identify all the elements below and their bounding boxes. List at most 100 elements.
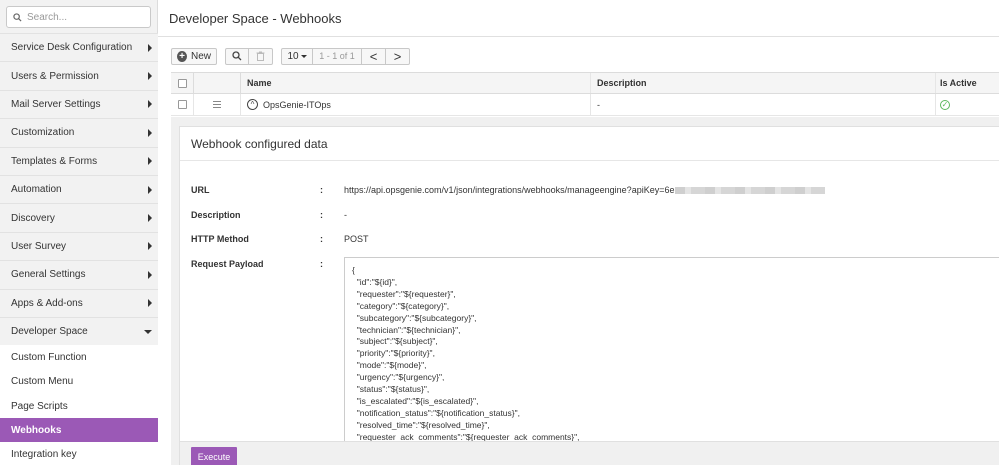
sidebar-item-user-survey[interactable]: User Survey: [0, 231, 158, 261]
search-button[interactable]: [225, 47, 249, 65]
row-checkbox[interactable]: [177, 100, 187, 109]
table-row[interactable]: ^ OpsGenie-ITOps - ✓: [171, 94, 999, 116]
sidebar-search[interactable]: [6, 6, 151, 28]
webhook-detail-panel: Webhook configured data URL : https://ap…: [179, 126, 999, 465]
payload-line: "notification_status":"${notification_st…: [352, 407, 521, 418]
row-name[interactable]: OpsGenie-ITOps: [263, 100, 331, 110]
sidebar-subitem-integration-key[interactable]: Integration key: [0, 442, 158, 465]
chevron-down-icon: [144, 329, 152, 334]
drag-handle-icon[interactable]: [213, 101, 221, 108]
payload-line: "subject":"${subject}",: [352, 336, 438, 347]
sidebar-item-label: Automation: [11, 184, 62, 196]
request-payload-colon: :: [320, 259, 323, 269]
search-icon: [13, 12, 22, 22]
sidebar-item-customization[interactable]: Customization: [0, 118, 158, 147]
sidebar-subitem-custom-function[interactable]: Custom Function: [0, 345, 158, 370]
sidebar-item-label: Users & Permission: [11, 70, 99, 82]
pagination: 10 1 - 1 of 1 < >: [281, 47, 410, 65]
active-check-icon: ✓: [940, 99, 950, 110]
url-value: https://api.opsgenie.com/v1/json/integra…: [344, 185, 826, 195]
search-input[interactable]: [27, 11, 137, 23]
caret-down-icon: [300, 54, 307, 58]
row-is-active-cell: ✓: [936, 94, 999, 115]
sidebar-subitem-custom-menu[interactable]: Custom Menu: [0, 369, 158, 394]
sidebar-item-developer-space[interactable]: Developer Space: [0, 316, 158, 346]
description-value: -: [344, 210, 347, 220]
chevron-right-icon: [148, 214, 152, 223]
sidebar-subitem-page-scripts[interactable]: Page Scripts: [0, 393, 158, 419]
divider: [180, 160, 999, 161]
select-all-checkbox[interactable]: [177, 78, 187, 88]
sidebar: Service Desk Configuration Users & Permi…: [0, 0, 158, 465]
webhooks-table: Name Description Is Active ^ OpsGenie-IT…: [171, 72, 999, 116]
payload-line: "is_escalated":"${is_escalated}",: [352, 395, 479, 406]
payload-line: "requester":"${requester}",: [352, 288, 456, 299]
sidebar-subitem-webhooks[interactable]: Webhooks: [0, 418, 158, 443]
trash-icon: [256, 51, 265, 61]
new-button[interactable]: + New: [171, 47, 217, 65]
payload-line: {: [352, 265, 355, 275]
http-method-colon: :: [320, 234, 323, 244]
sidebar-item-label: General Settings: [11, 269, 86, 281]
chevron-right-icon: [148, 185, 152, 194]
payload-line: "urgency":"${urgency}",: [352, 372, 445, 383]
page-size-select[interactable]: 10: [281, 47, 313, 65]
chevron-right-icon: [148, 100, 152, 109]
prev-page-button[interactable]: <: [362, 47, 386, 65]
chevron-right-icon: [148, 270, 152, 279]
sidebar-item-service-desk-configuration[interactable]: Service Desk Configuration: [0, 33, 158, 62]
sidebar-item-label: User Survey: [11, 240, 67, 252]
sidebar-nav: Service Desk Configuration Users & Permi…: [0, 33, 158, 465]
sidebar-subitem-label: Webhooks: [11, 424, 62, 436]
url-text: https://api.opsgenie.com/v1/json/integra…: [344, 185, 675, 195]
payload-line: "id":"${id}",: [352, 276, 398, 287]
payload-line: "resolved_time":"${resolved_time}",: [352, 419, 490, 430]
select-all-cell: [171, 78, 193, 88]
sidebar-subitem-label: Custom Menu: [11, 376, 74, 388]
sidebar-item-mail-server-settings[interactable]: Mail Server Settings: [0, 89, 158, 119]
sidebar-item-label: Service Desk Configuration: [11, 42, 133, 54]
column-header-description[interactable]: Description: [591, 73, 936, 93]
chevron-right-icon: [148, 299, 152, 308]
toolbar: + New 10 1 - 1 of 1 < >: [171, 47, 410, 65]
plus-icon: +: [177, 50, 187, 62]
description-colon: :: [320, 210, 323, 220]
request-payload-box[interactable]: { "id":"${id}", "requester":"${requester…: [344, 257, 999, 443]
delete-button[interactable]: [249, 47, 273, 65]
payload-line: "status":"${status}",: [352, 384, 430, 395]
payload-line: "technician":"${technician}",: [352, 324, 461, 335]
row-select-cell: [171, 100, 193, 109]
url-colon: :: [320, 185, 323, 195]
action-group: [225, 47, 273, 65]
url-label: URL: [191, 185, 210, 195]
column-header-name[interactable]: Name: [241, 73, 591, 93]
sidebar-item-automation[interactable]: Automation: [0, 174, 158, 204]
collapse-icon[interactable]: ^: [247, 99, 258, 110]
page-range: 1 - 1 of 1: [313, 47, 362, 65]
sidebar-item-discovery[interactable]: Discovery: [0, 203, 158, 232]
next-page-button[interactable]: >: [386, 47, 410, 65]
column-header-is-active[interactable]: Is Active: [936, 73, 999, 93]
sidebar-subitem-label: Page Scripts: [11, 400, 68, 412]
page-title: Developer Space - Webhooks: [169, 11, 342, 26]
request-payload-label: Request Payload: [191, 259, 264, 269]
redacted-api-key: [675, 187, 826, 195]
sidebar-item-general-settings[interactable]: General Settings: [0, 260, 158, 289]
http-method-value: POST: [344, 234, 369, 244]
detail-title: Webhook configured data: [191, 137, 328, 151]
developer-space-submenu: Custom Function Custom Menu Page Scripts…: [0, 345, 158, 465]
webhook-detail-container: Webhook configured data URL : https://ap…: [171, 117, 999, 465]
execute-button[interactable]: Execute: [191, 447, 237, 465]
sidebar-item-label: Apps & Add-ons: [11, 297, 83, 309]
new-button-label: New: [190, 50, 211, 62]
table-header: Name Description Is Active: [171, 72, 999, 94]
sidebar-item-templates-forms[interactable]: Templates & Forms: [0, 146, 158, 175]
drag-header: [193, 73, 241, 93]
http-method-label: HTTP Method: [191, 234, 249, 244]
detail-footer: Execute: [180, 441, 999, 465]
chevron-right-icon: [148, 242, 152, 251]
sidebar-item-users-permission[interactable]: Users & Permission: [0, 61, 158, 90]
sidebar-item-label: Mail Server Settings: [11, 98, 101, 110]
sidebar-item-apps-addons[interactable]: Apps & Add-ons: [0, 288, 158, 317]
drag-cell: [193, 94, 241, 115]
